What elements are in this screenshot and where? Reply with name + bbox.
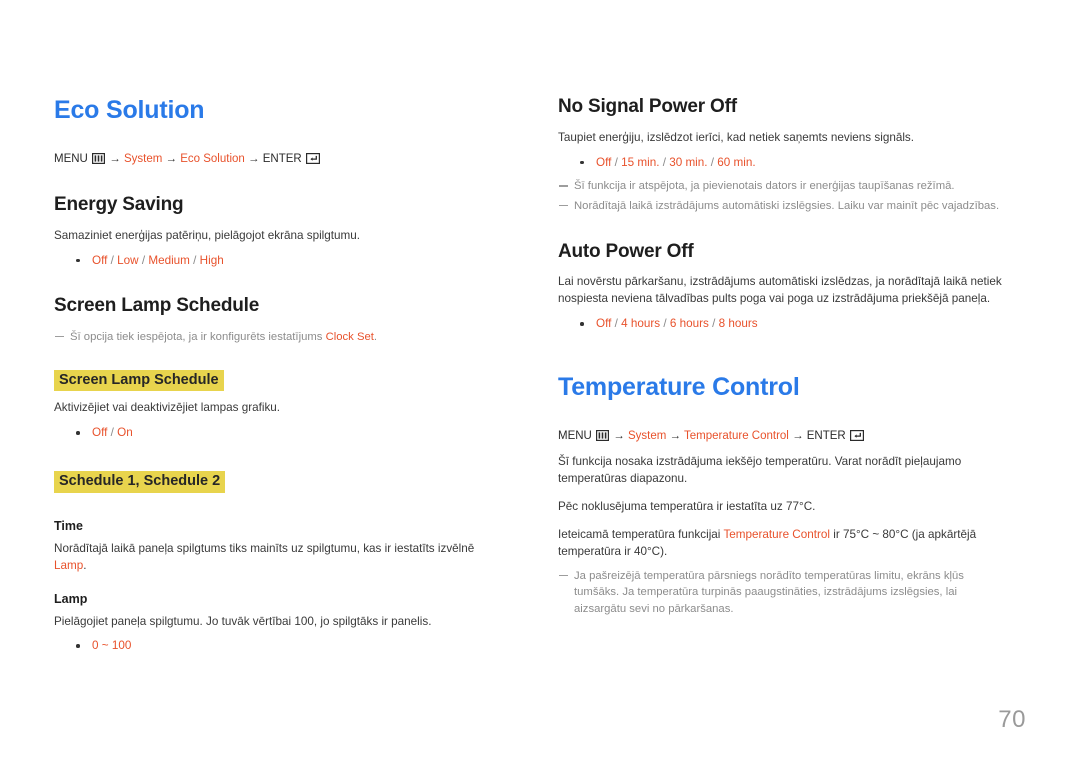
menu-item-temperature-control: Temperature Control <box>684 429 789 442</box>
subheading-lamp: Lamp <box>54 591 88 606</box>
no-signal-power-off-description: Taupiet enerģiju, izslēdzot ierīci, kad … <box>558 130 915 144</box>
option-value: 30 min. <box>669 155 708 169</box>
option-value: 4 hours <box>621 317 661 331</box>
note-no-signal-1: Šī funkcija ir atspējota, ja pievienotai… <box>558 178 1002 195</box>
menu-bars-icon <box>92 152 106 164</box>
option-value: 15 min. <box>621 155 660 169</box>
time-description-text: Norādītajā laikā paneļa spilgtums tiks m… <box>54 541 475 555</box>
option-value: 8 hours <box>718 317 758 331</box>
menu-path-temperature-control: MENU → System → Temperature Control → EN… <box>558 428 1002 445</box>
option-separator: / <box>611 317 622 331</box>
lamp-options: 0 ~ 100 <box>54 637 498 655</box>
enter-return-icon <box>305 152 320 164</box>
option-value: 0 ~ 100 <box>92 639 132 653</box>
lamp-description: Pielāgojiet paneļa spilgtumu. Jo tuvāk v… <box>54 614 432 628</box>
option-separator: / <box>659 155 670 169</box>
time-description: Norādītajā laikā paneļa spilgtums tiks m… <box>54 541 498 575</box>
arrow-1: → <box>613 429 625 442</box>
energy-saving-options: Off / Low / Medium / High <box>54 252 498 270</box>
option-separator: / <box>708 317 719 331</box>
option-value: Medium <box>148 253 190 267</box>
temperature-control-paragraph-3: Ieteicamā temperatūra funkcijai Temperat… <box>558 527 1002 561</box>
option-value: 6 hours <box>669 317 709 331</box>
list-item: Off / On <box>76 424 498 442</box>
arrow-3: → <box>248 152 260 165</box>
screen-lamp-schedule-options: Off / On <box>54 424 498 442</box>
enter-label: ENTER <box>806 429 846 442</box>
option-separator: / <box>107 426 118 440</box>
option-separator: / <box>107 253 118 267</box>
note-tail: . <box>373 331 378 344</box>
paragraph-3-pre: Ieteicamā temperatūra funkcijai <box>558 527 724 541</box>
enter-return-icon <box>849 429 864 441</box>
subheading-screen-lamp-schedule: Screen Lamp Schedule <box>54 369 224 392</box>
temperature-control-paragraph-2: Pēc noklusējuma temperatūra ir iestatīta… <box>558 499 816 513</box>
enter-label: ENTER <box>262 152 302 165</box>
auto-power-off-description: Lai novērstu pārkaršanu, izstrādājums au… <box>558 275 1002 306</box>
time-description-term: Lamp <box>54 558 84 572</box>
arrow-1: → <box>109 152 121 165</box>
arrow-2: → <box>669 429 682 442</box>
note-no-signal-2: Norādītajā laikā izstrādājums automātisk… <box>558 198 1002 215</box>
option-separator: / <box>138 253 149 267</box>
page-title-temperature-control: Temperature Control <box>558 372 800 401</box>
menu-item-eco-solution: Eco Solution <box>180 152 245 165</box>
option-value: Off <box>596 155 612 169</box>
option-value: Low <box>117 253 139 267</box>
no-signal-power-off-options: Off / 15 min. / 30 min. / 60 min. <box>558 154 1002 172</box>
page-title-eco-solution: Eco Solution <box>54 96 205 124</box>
document-page: Eco Solution MENU → System → Eco Solutio… <box>0 0 1080 763</box>
arrow-3: → <box>792 429 804 442</box>
menu-item-system: System <box>123 152 163 165</box>
option-separator: / <box>611 155 622 169</box>
option-separator: / <box>707 155 718 169</box>
option-value: Off <box>92 253 108 267</box>
subheading-time: Time <box>54 518 83 533</box>
heading-auto-power-off: Auto Power Off <box>558 240 694 262</box>
option-value: 60 min. <box>717 155 756 169</box>
menu-bars-icon <box>596 429 610 441</box>
option-value: High <box>199 253 224 267</box>
option-separator: / <box>189 253 200 267</box>
note-temperature-control: Ja pašreizējā temperatūra pārsniegs norā… <box>558 568 1002 618</box>
heading-energy-saving: Energy Saving <box>54 194 184 215</box>
list-item: Off / 15 min. / 30 min. / 60 min. <box>580 154 1002 172</box>
menu-label: MENU <box>54 152 88 165</box>
page-number: 70 <box>998 706 1026 733</box>
heading-screen-lamp-schedule: Screen Lamp Schedule <box>54 295 260 317</box>
option-value: On <box>117 426 133 440</box>
arrow-2: → <box>165 152 178 165</box>
paragraph-3-term: Temperature Control <box>723 527 830 541</box>
list-item: 0 ~ 100 <box>76 637 498 655</box>
menu-item-system: System <box>627 429 667 442</box>
auto-power-off-options: Off / 4 hours / 6 hours / 8 hours <box>558 315 1002 333</box>
list-item: Off / Low / Medium / High <box>76 252 498 270</box>
menu-label: MENU <box>558 429 592 442</box>
option-separator: / <box>660 317 670 331</box>
screen-lamp-schedule-description: Aktivizējiet vai deaktivizējiet lampas g… <box>54 401 281 415</box>
time-description-tail: . <box>83 558 87 572</box>
menu-path-eco-solution: MENU → System → Eco Solution → ENTER <box>54 151 498 168</box>
option-value: Off <box>92 426 108 440</box>
energy-saving-description: Samaziniet enerģijas patēriņu, pielāgojo… <box>54 228 361 242</box>
note-clock-set: Šī opcija tiek iespējota, ja ir konfigur… <box>54 329 498 346</box>
right-column: No Signal Power Off Taupiet enerģiju, iz… <box>558 96 1002 619</box>
option-value: Off <box>596 317 612 331</box>
heading-no-signal-power-off: No Signal Power Off <box>558 96 737 117</box>
list-item: Off / 4 hours / 6 hours / 8 hours <box>580 315 1002 333</box>
note-term: Clock Set <box>325 331 374 344</box>
left-column: Eco Solution MENU → System → Eco Solutio… <box>54 96 498 662</box>
temperature-control-paragraph-1: Šī funkcija nosaka izstrādājuma iekšējo … <box>558 454 962 485</box>
subheading-schedule-1-schedule-2: Schedule 1, Schedule 2 <box>54 470 226 493</box>
note-text: Šī opcija tiek iespējota, ja ir konfigur… <box>70 331 326 344</box>
